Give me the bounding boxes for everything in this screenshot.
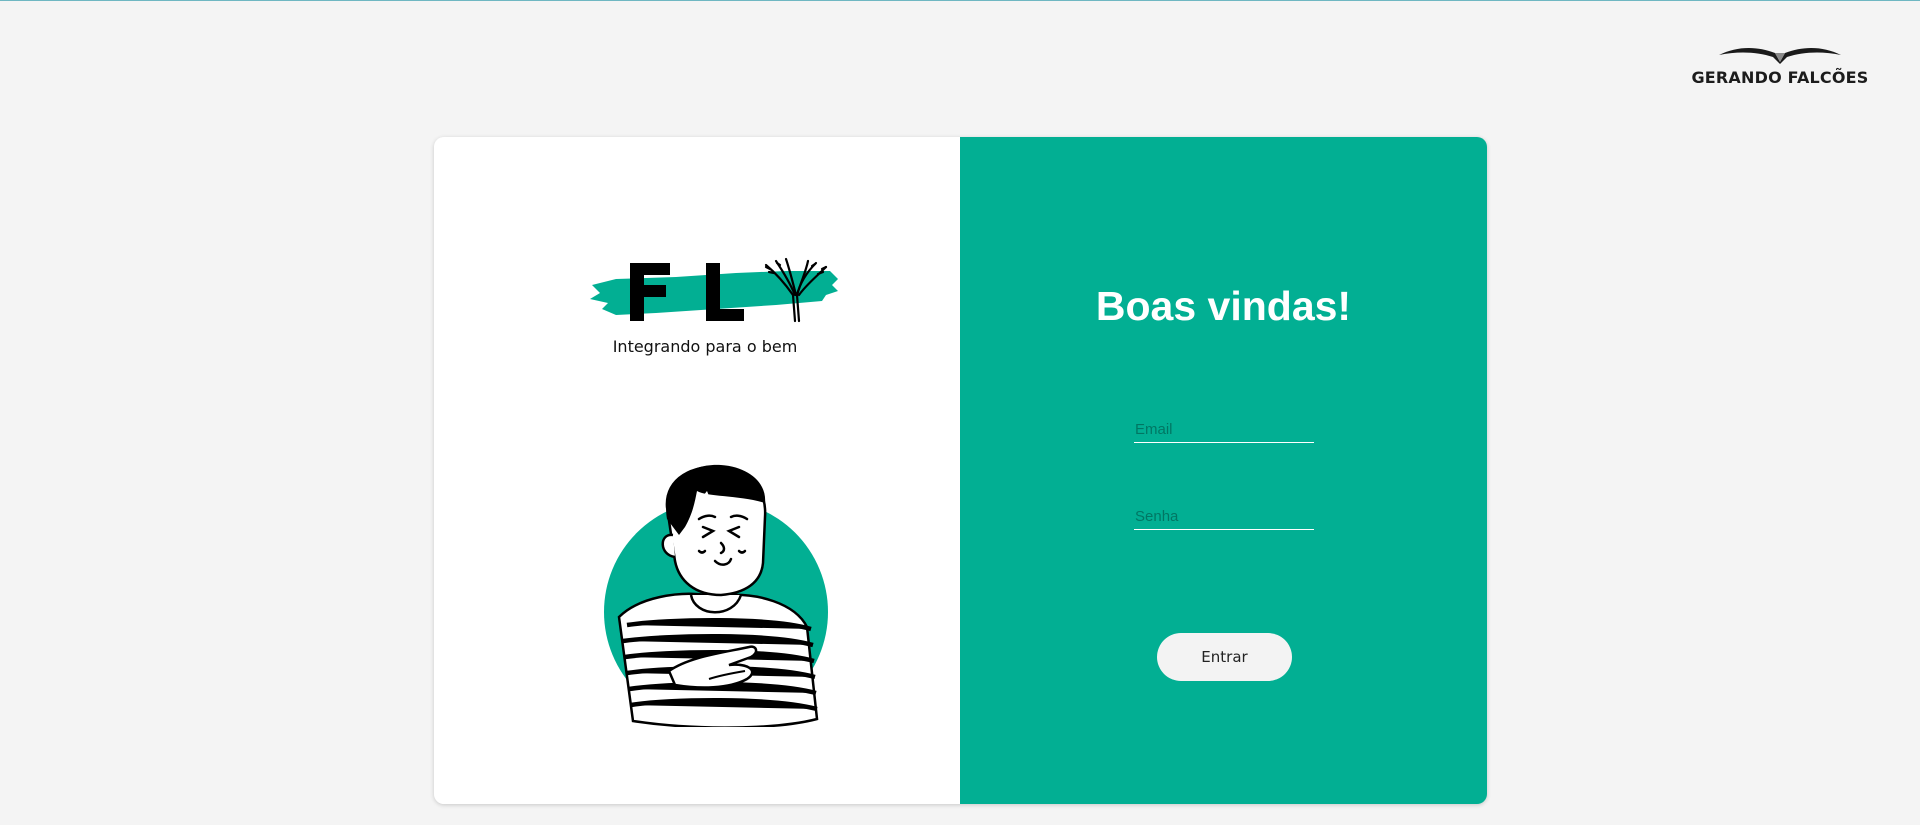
- brand-name: GERANDO FALCÕES: [1691, 68, 1869, 87]
- fly-tagline: Integrando para o bem: [612, 337, 798, 356]
- password-field[interactable]: [1134, 504, 1314, 530]
- submit-button[interactable]: Entrar: [1157, 633, 1292, 681]
- top-accent-line: [0, 0, 1920, 1]
- brand-logo: GERANDO FALCÕES: [1690, 44, 1870, 87]
- smiling-person-illustration: [599, 457, 839, 729]
- fly-logo-graphic: [590, 257, 838, 323]
- right-panel: Boas vindas! Entrar: [960, 137, 1487, 804]
- login-card: Integrando para o bem Boas vindas! Email…: [434, 137, 1487, 804]
- bird-wings-logo-icon: [1719, 47, 1841, 64]
- fly-logo: Integrando para o bem: [586, 255, 846, 356]
- welcome-title: Boas vindas!: [1095, 283, 1352, 329]
- left-panel: Integrando para o bem: [434, 137, 960, 804]
- email-field[interactable]: [1134, 417, 1314, 443]
